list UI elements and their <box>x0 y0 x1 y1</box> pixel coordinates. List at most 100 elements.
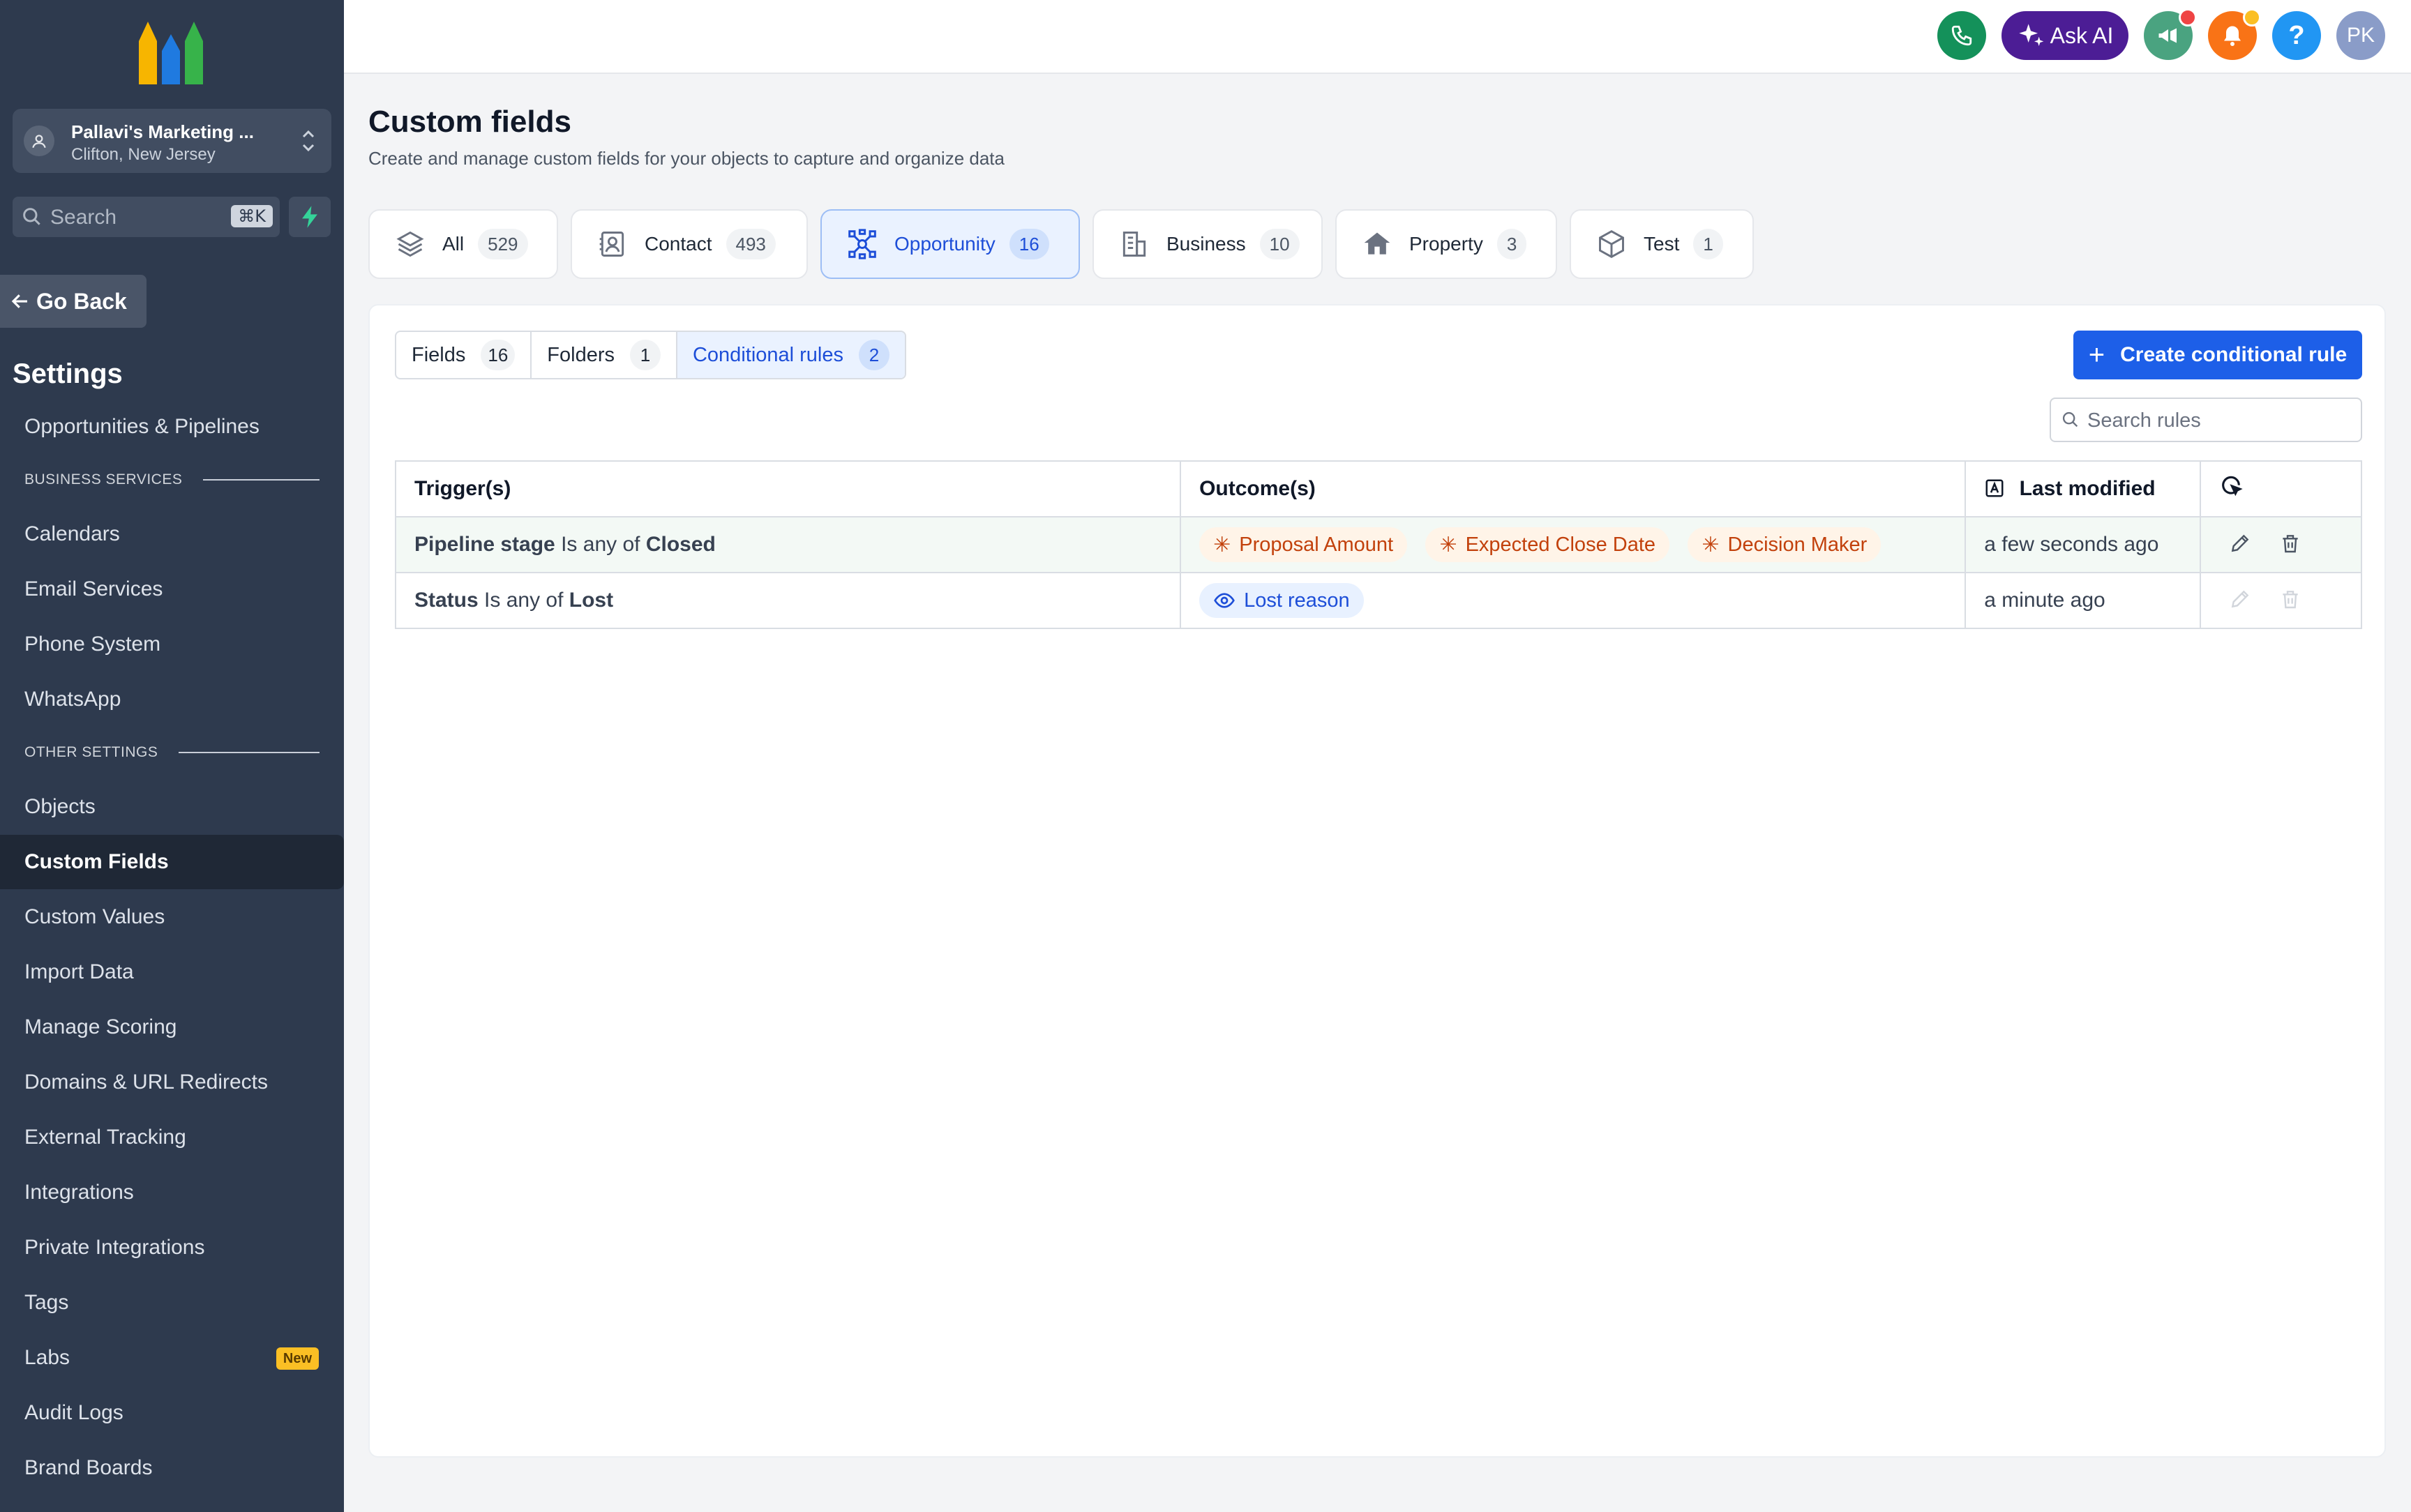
help-button[interactable]: ? <box>2272 11 2321 60</box>
subtab-fields-count: 16 <box>481 340 516 370</box>
outcome-cell: ✳ Proposal Amount ✳ Expected Close Date ✳ D… <box>1180 516 1967 573</box>
nav-tags[interactable]: Tags <box>0 1276 344 1330</box>
network-icon <box>847 229 878 259</box>
megaphone-icon <box>2158 28 2177 43</box>
subtab-folders-label: Folders <box>547 343 615 366</box>
search-rules-field[interactable] <box>2050 398 2362 442</box>
edit-button[interactable] <box>2229 588 2254 613</box>
asterisk-icon: ✳ <box>1439 533 1457 557</box>
create-conditional-rule-label: Create conditional rule <box>2120 343 2348 366</box>
tab-contact-count: 493 <box>726 229 776 259</box>
account-switcher[interactable]: Pallavi's Marketing ... Clifton, New Jer… <box>13 109 331 173</box>
nav-import-data[interactable]: Import Data <box>0 945 344 999</box>
header-outcomes: Outcome(s) <box>1180 460 1967 517</box>
app-logo[interactable] <box>139 20 203 84</box>
create-conditional-rule-button[interactable]: + Create conditional rule <box>2073 331 2362 379</box>
search-icon <box>21 206 43 228</box>
notifications-button[interactable] <box>2208 8 2261 60</box>
go-back-label: Go Back <box>36 288 127 314</box>
conditional-rules-card: Fields 16 Folders 1 Conditional rules 2 … <box>368 304 2386 1458</box>
trigger-operator: Is any of <box>561 533 640 556</box>
go-back-button[interactable]: Go Back <box>0 275 147 328</box>
nav-objects[interactable]: Objects <box>0 780 344 834</box>
tab-business[interactable]: Business 10 <box>1092 209 1323 279</box>
actions-cell <box>2200 572 2362 629</box>
nav-custom-fields[interactable]: Custom Fields <box>0 835 344 889</box>
table-header-row: Trigger(s) Outcome(s) Last modified <box>394 460 2362 517</box>
delete-button[interactable] <box>2279 532 2304 557</box>
tab-test-count: 1 <box>1693 229 1723 259</box>
trigger-value: Closed <box>645 533 716 556</box>
subtab-fields[interactable]: Fields 16 <box>396 332 532 378</box>
tab-opportunity-label: Opportunity <box>894 233 996 255</box>
nav-audit-logs[interactable]: Audit Logs <box>0 1386 344 1440</box>
tab-property-count: 3 <box>1496 229 1527 259</box>
lightning-icon <box>302 206 317 228</box>
nav-integrations[interactable]: Integrations <box>0 1165 344 1220</box>
header-last-modified[interactable]: Last modified <box>1965 460 2202 517</box>
nav-domains-url-redirects[interactable]: Domains & URL Redirects <box>0 1055 344 1110</box>
trash-icon <box>2283 591 2299 609</box>
subtab-conditional-rules-label: Conditional rules <box>692 343 843 366</box>
nav-labs[interactable]: Labs New <box>0 1331 344 1385</box>
account-location: Clifton, New Jersey <box>71 145 216 164</box>
nav-external-tracking[interactable]: External Tracking <box>0 1110 344 1165</box>
table-row[interactable]: Pipeline stage Is any of Closed ✳ Proposa… <box>394 516 2362 573</box>
subtab-conditional-rules[interactable]: Conditional rules 2 <box>677 332 905 378</box>
nav-opportunities-pipelines[interactable]: Opportunities & Pipelines <box>0 400 344 454</box>
contact-card-icon <box>597 229 628 259</box>
tab-property[interactable]: Property 3 <box>1335 209 1557 279</box>
nav-email-services[interactable]: Email Services <box>0 562 344 617</box>
delete-button[interactable] <box>2279 588 2304 613</box>
nav-calendars[interactable]: Calendars <box>0 507 344 561</box>
edit-button[interactable] <box>2229 532 2254 557</box>
trigger-value: Lost <box>569 589 614 612</box>
ask-ai-label: Ask AI <box>2050 22 2114 48</box>
header-actions[interactable] <box>2200 460 2362 517</box>
outcome-chip-label: Proposal Amount <box>1239 533 1394 556</box>
nav-phone-system[interactable]: Phone System <box>0 617 344 672</box>
tab-opportunity-count: 16 <box>1009 229 1049 259</box>
chevron-up-down-icon <box>299 126 317 156</box>
avatar[interactable]: PK <box>2336 11 2385 60</box>
phone-icon <box>1951 25 1972 46</box>
subtab-fields-label: Fields <box>412 343 466 366</box>
outcome-chip-label: Expected Close Date <box>1465 533 1656 556</box>
rules-table: Trigger(s) Outcome(s) Last modified Pipe… <box>394 460 2362 629</box>
tab-test-label: Test <box>1644 233 1680 255</box>
cube-icon <box>1596 229 1627 259</box>
subtab-folders[interactable]: Folders 1 <box>532 332 677 378</box>
table-row[interactable]: Status Is any of Lost Lost reason a minu… <box>394 572 2362 629</box>
nav-custom-values[interactable]: Custom Values <box>0 890 344 944</box>
tab-test[interactable]: Test 1 <box>1570 209 1754 279</box>
nav-private-integrations[interactable]: Private Integrations <box>0 1220 344 1275</box>
trigger-field: Status <box>414 589 479 612</box>
tab-all-label: All <box>442 233 465 255</box>
ask-ai-button[interactable]: Ask AI <box>2001 11 2128 60</box>
bell-icon <box>2224 26 2241 46</box>
nav-brand-boards[interactable]: Brand Boards <box>0 1441 344 1495</box>
trigger-operator: Is any of <box>484 589 564 612</box>
section-business-label: BUSINESS SERVICES <box>24 471 183 487</box>
search-shortcut: ⌘K <box>231 205 273 227</box>
tab-contact[interactable]: Contact 493 <box>571 209 808 279</box>
announcements-button[interactable] <box>2144 8 2197 60</box>
sidebar-search[interactable]: Search ⌘K <box>13 197 280 237</box>
quick-actions-button[interactable] <box>289 197 331 237</box>
notification-dot <box>2243 8 2261 27</box>
asterisk-icon: ✳ <box>1702 533 1720 557</box>
nav-manage-scoring[interactable]: Manage Scoring <box>0 1000 344 1054</box>
phone-button[interactable] <box>1937 11 1986 60</box>
tab-opportunity[interactable]: Opportunity 16 <box>820 209 1080 279</box>
notification-dot <box>2179 8 2197 27</box>
actions-cell <box>2200 516 2362 573</box>
nav-whatsapp[interactable]: WhatsApp <box>0 672 344 727</box>
outcome-chip-label: Lost reason <box>1244 589 1350 612</box>
sidebar: Pallavi's Marketing ... Clifton, New Jer… <box>0 0 344 1512</box>
sparkle-icon <box>2018 24 2043 46</box>
page-subtitle: Create and manage custom fields for your… <box>368 148 1005 169</box>
tab-all[interactable]: All 529 <box>368 209 558 279</box>
refresh-cursor-icon <box>2222 476 2243 497</box>
tab-contact-label: Contact <box>645 233 712 255</box>
search-rules-input[interactable] <box>2086 405 2354 437</box>
